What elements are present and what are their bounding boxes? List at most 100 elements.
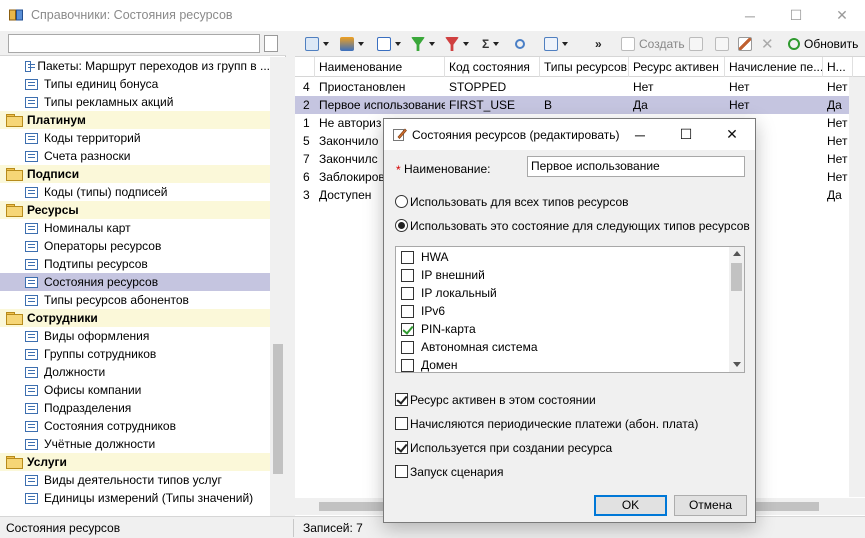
tree-item[interactable]: Типы рекламных акций: [0, 93, 270, 111]
scroll-up-icon[interactable]: [733, 251, 741, 256]
state-option-checkbox[interactable]: [395, 441, 408, 454]
table-row[interactable]: 2 Первое использование FIRST_USE B Да Нет Да: [295, 96, 865, 114]
tree-item[interactable]: Подразделения: [0, 399, 270, 417]
dialog-title-bar: Состояния ресурсов (редактировать) ─ ☐ ✕: [384, 119, 755, 150]
tree-item[interactable]: Виды деятельности типов услуг: [0, 471, 270, 489]
state-option[interactable]: Начисляются периодические платежи (абон.…: [384, 417, 755, 433]
tree-item[interactable]: Состояния ресурсов: [0, 273, 270, 291]
grid-column-header[interactable]: Н...: [823, 57, 853, 77]
state-option-checkbox[interactable]: [395, 417, 408, 430]
toolbar-overflow-button[interactable]: »: [595, 36, 602, 52]
window-title: Справочники: Состояния ресурсов: [31, 8, 233, 22]
resource-type-item[interactable]: IP локальный: [396, 284, 729, 302]
tree-item[interactable]: Счета разноски: [0, 147, 270, 165]
radio-all-types[interactable]: [395, 195, 408, 208]
state-option-checkbox[interactable]: [395, 465, 408, 478]
tree-item[interactable]: Коды территорий: [0, 129, 270, 147]
state-option[interactable]: Запуск сценария: [384, 465, 755, 481]
radio-specific-types[interactable]: [395, 219, 408, 232]
resource-type-item[interactable]: IP внешний: [396, 266, 729, 284]
view-button[interactable]: [715, 36, 729, 52]
tree-item[interactable]: Номиналы карт: [0, 219, 270, 237]
resource-type-item[interactable]: Домен: [396, 356, 729, 372]
delete-button[interactable]: ✕: [761, 36, 774, 53]
resource-type-item[interactable]: PIN-карта: [396, 320, 729, 338]
tree-item[interactable]: Типы единиц бонуса: [0, 75, 270, 93]
tree-item[interactable]: Единицы измерений (Типы значений): [0, 489, 270, 507]
resource-type-checkbox[interactable]: [401, 269, 414, 282]
table-row[interactable]: 4 Приостановлен STOPPED Нет Нет Нет: [295, 78, 865, 96]
tree-group[interactable]: Подписи: [0, 165, 270, 183]
grid-column-header[interactable]: Типы ресурсов: [540, 57, 629, 77]
folder-icon: [6, 204, 23, 217]
maximize-button[interactable]: ☐: [773, 0, 819, 31]
resource-type-checkbox[interactable]: [401, 287, 414, 300]
resource-type-checkbox[interactable]: [401, 251, 414, 264]
grid-column-header[interactable]: Код состояния: [445, 57, 540, 77]
tree-search-button[interactable]: [264, 35, 278, 52]
tree-scrollbar-thumb[interactable]: [273, 344, 283, 474]
left-pane: Пакеты: Маршрут переходов из групп в ...…: [0, 31, 286, 516]
state-option[interactable]: Ресурс активен в этом состоянии: [384, 393, 755, 409]
resource-type-item[interactable]: IPv6: [396, 302, 729, 320]
resource-type-checkbox[interactable]: [401, 305, 414, 318]
name-field[interactable]: Первое использование: [527, 156, 745, 177]
ok-button[interactable]: OK: [594, 495, 667, 516]
dialog-close-button[interactable]: ✕: [709, 119, 755, 150]
tree-search-input[interactable]: [8, 34, 260, 53]
close-button[interactable]: ✕: [819, 0, 865, 31]
resource-type-checkbox[interactable]: [401, 323, 414, 336]
resource-type-item[interactable]: HWA: [396, 248, 729, 266]
resource-type-checkbox[interactable]: [401, 341, 414, 354]
dialog-maximize-button[interactable]: ☐: [663, 119, 709, 150]
tree-item-label: Коды территорий: [44, 131, 141, 145]
tree-group[interactable]: Ресурсы: [0, 201, 270, 219]
tree-item[interactable]: Учётные должности: [0, 435, 270, 453]
columns-button[interactable]: [305, 36, 329, 52]
resource-types-scrollbar-thumb[interactable]: [731, 263, 742, 291]
duplicate-button[interactable]: [689, 36, 703, 52]
tree-item[interactable]: Типы ресурсов абонентов: [0, 291, 270, 309]
state-option[interactable]: Используется при создании ресурса: [384, 441, 755, 457]
sort-button[interactable]: [340, 36, 364, 52]
scroll-down-icon[interactable]: [733, 362, 741, 367]
tree-group[interactable]: Сотрудники: [0, 309, 270, 327]
sum-button[interactable]: Σ: [482, 36, 500, 52]
tree-search-row: [0, 31, 286, 56]
hierarchy-icon: [377, 37, 391, 51]
state-option-checkbox[interactable]: [395, 393, 408, 406]
tree-item[interactable]: Виды оформления: [0, 327, 270, 345]
resource-types-scrollbar[interactable]: [729, 247, 744, 372]
tree-group[interactable]: Платинум: [0, 111, 270, 129]
edit-button[interactable]: [738, 36, 752, 52]
cancel-button[interactable]: Отмена: [674, 495, 747, 516]
grid-column-header[interactable]: Ресурс активен: [629, 57, 725, 77]
name-label: Наименование:: [404, 162, 491, 176]
filter-clear-button[interactable]: [445, 36, 469, 52]
resource-type-item[interactable]: Автономная система: [396, 338, 729, 356]
find-button[interactable]: [515, 36, 525, 52]
resource-type-checkbox[interactable]: [401, 359, 414, 372]
grid-toolbar: Σ » Создать ✕ Обновить: [295, 31, 865, 57]
minimize-button[interactable]: ─: [727, 0, 773, 31]
dialog-minimize-button[interactable]: ─: [617, 119, 663, 150]
refresh-button[interactable]: Обновить: [788, 36, 858, 52]
filter-button[interactable]: [411, 36, 435, 52]
tree-item[interactable]: Операторы ресурсов: [0, 237, 270, 255]
tree-group[interactable]: Услуги: [0, 453, 270, 471]
state-option-label: Запуск сценария: [410, 465, 504, 479]
tree-item[interactable]: Должности: [0, 363, 270, 381]
grid-column-header[interactable]: Начисление пе...: [725, 57, 823, 77]
tree-item[interactable]: Пакеты: Маршрут переходов из групп в ...: [0, 57, 270, 75]
export-button[interactable]: [544, 36, 568, 52]
grid-column-header[interactable]: Наименование: [315, 57, 445, 77]
tree-scrollbar[interactable]: [270, 57, 286, 516]
tree-item[interactable]: Офисы компании: [0, 381, 270, 399]
tree-item[interactable]: Подтипы ресурсов: [0, 255, 270, 273]
tree-item[interactable]: Коды (типы) подписей: [0, 183, 270, 201]
tree-item[interactable]: Группы сотрудников: [0, 345, 270, 363]
grid-vertical-scrollbar[interactable]: [849, 77, 865, 497]
tree-item[interactable]: Состояния сотрудников: [0, 417, 270, 435]
create-button[interactable]: Создать: [621, 36, 685, 52]
group-button[interactable]: [377, 36, 401, 52]
